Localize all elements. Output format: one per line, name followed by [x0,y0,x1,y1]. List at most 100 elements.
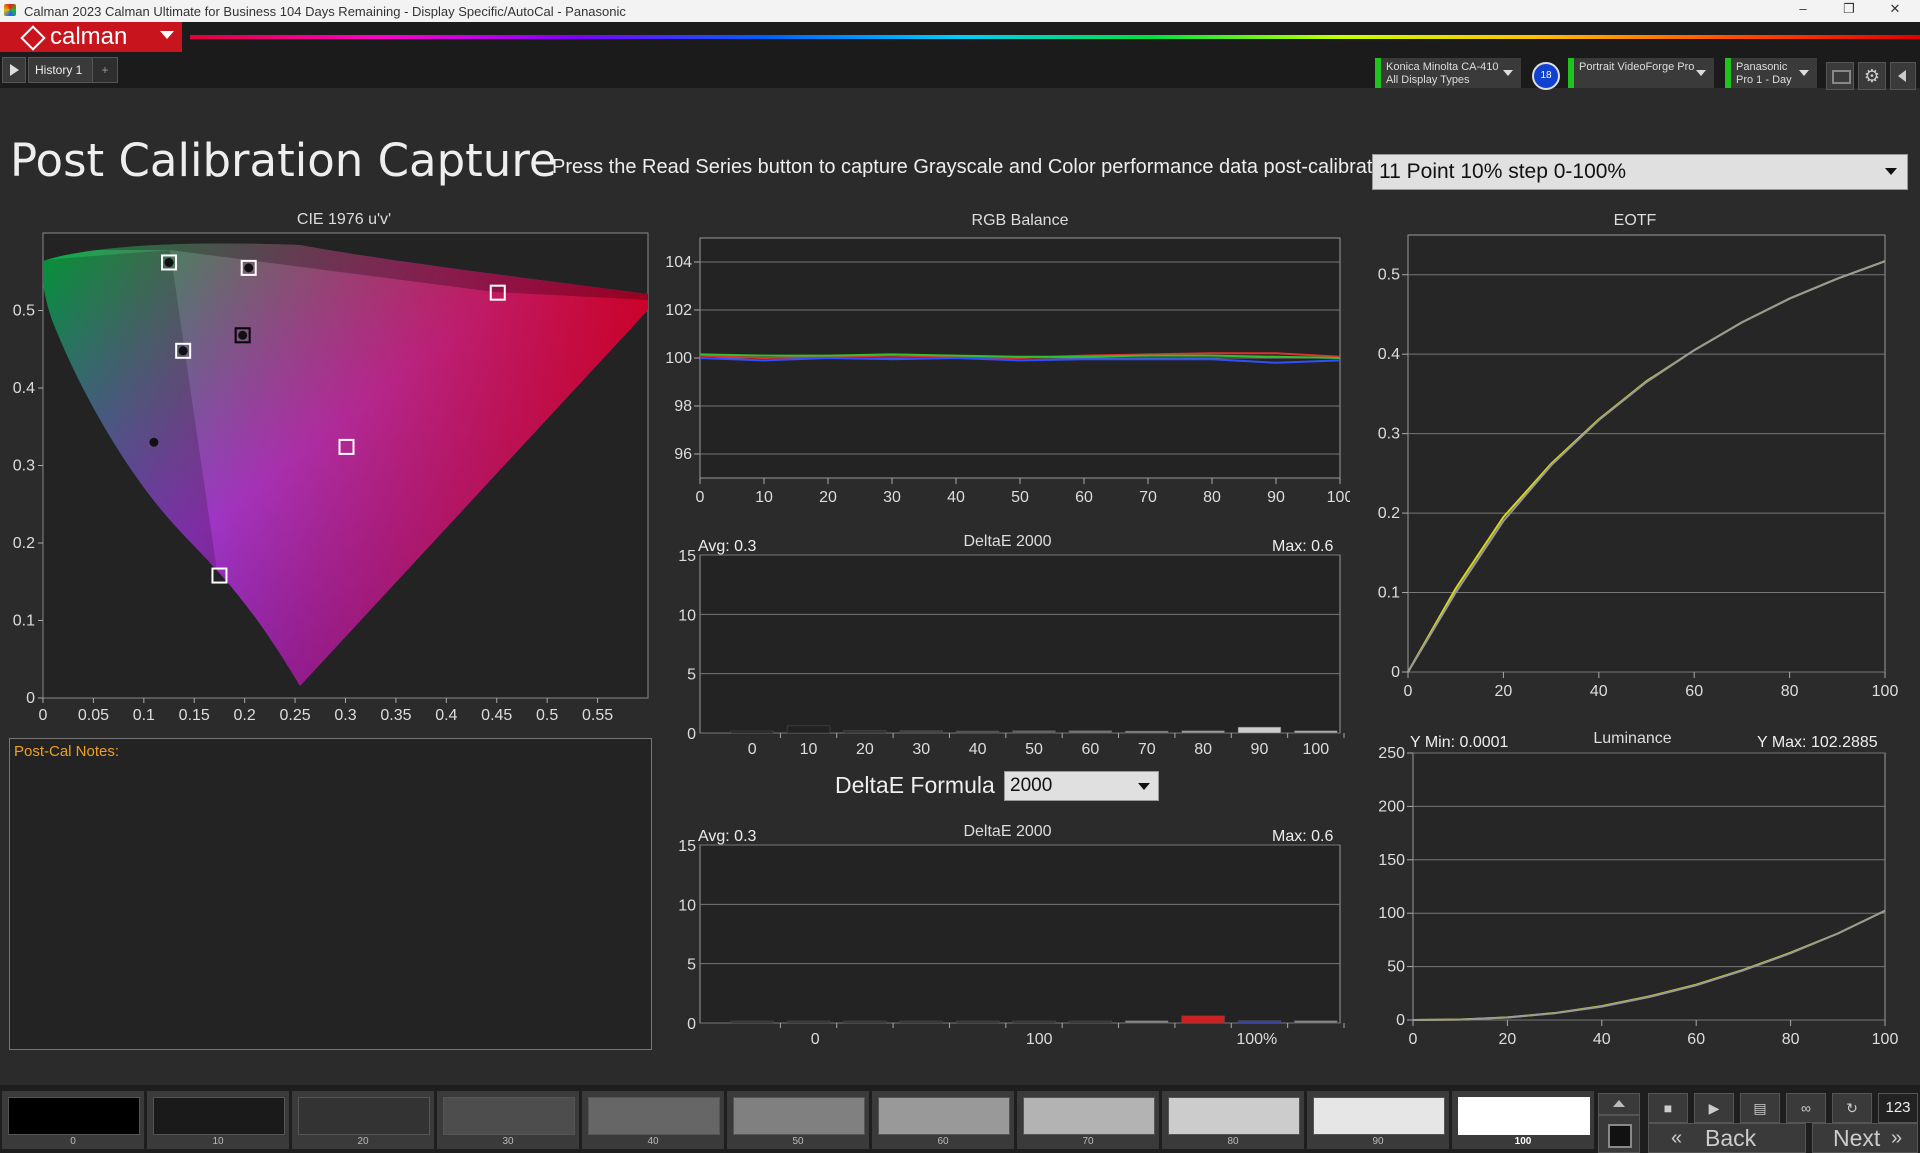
cie-chart[interactable]: 0 0.05 0.1 0.15 0.2 0.25 0.3 0.35 0.4 0.45 0.5 0.55… [0,230,660,730]
rgb-x-tick-label: 0 [696,489,705,506]
patch-label: 30 [502,1136,514,1147]
read-series-button[interactable]: ▤ [1740,1093,1780,1123]
play-button[interactable] [2,57,26,83]
patch-label: 60 [937,1136,949,1147]
patch-label: 40 [647,1136,659,1147]
patch-100[interactable]: 100 [1452,1091,1594,1149]
patch-up-button[interactable] [1598,1093,1640,1115]
patch-label: 20 [357,1136,369,1147]
patch-bar: 0 10 20 30 40 50 60 70 80 90 100 ■ ▶ ▤ ∞ ↻ 123 « B… [0,1085,1920,1153]
deltae-bottom-x-tick-label: 100% [1236,1031,1277,1048]
close-icon[interactable]: ✕ [1872,1,1918,21]
luminance-chart[interactable]: 0 50 100 150 200 250 0 20 40 60 80 100 [1360,745,1920,1050]
patch-screen-button[interactable] [1598,1115,1640,1153]
eotf-x-tick-label: 100 [1872,683,1899,700]
chevron-up-icon [1613,1100,1625,1107]
eotf-x-tick-label: 20 [1495,683,1513,700]
meter-badge[interactable]: 18 [1532,62,1560,90]
deltae-bottom-x-tick-label: 100 [1026,1031,1053,1048]
counter-badge[interactable]: 123 [1878,1093,1918,1123]
cie-x-tick-label: 0.1 [133,707,155,724]
meter-mode: All Display Types [1386,74,1470,86]
eotf-title: EOTF [1613,212,1657,229]
deltae-top-y-tick-label: 5 [687,667,696,684]
cie-x-tick-label: 0.2 [234,707,256,724]
eotf-chart[interactable]: 0 0.1 0.2 0.3 0.4 0.5 0 20 40 60 80 100 [1360,230,1920,710]
luminance-y-tick-label: 150 [1378,852,1405,869]
generator-selector[interactable]: Portrait VideoForge Pro [1568,58,1714,88]
continuous-button[interactable]: ∞ [1786,1093,1826,1123]
rgb-x-tick-label: 20 [819,489,837,506]
back-button[interactable]: « Back [1648,1123,1806,1153]
patch-90[interactable]: 90 [1307,1091,1449,1149]
patch-70[interactable]: 70 [1017,1091,1159,1149]
eotf-y-tick-label: 0.4 [1378,346,1400,363]
deltae-bottom-chart[interactable]: 0 5 10 15 0 100 100% [650,835,1350,1050]
play-measure-button[interactable]: ▶ [1694,1093,1734,1123]
deltae-bottom-bar [955,1020,1000,1024]
deltae-top-x-tick-label: 70 [1138,741,1156,758]
deltae-top-chart[interactable]: 0 5 10 15 0 10 20 30 40 50 60 70 80 90 100 [650,545,1350,765]
deltae-top-plot-area [699,554,1341,734]
rgb-y-tick-label: 104 [665,254,692,271]
patch-label: 90 [1372,1136,1384,1147]
cie-chart-title: CIE 1976 u'v' [296,211,392,228]
refresh-button[interactable]: ↻ [1832,1093,1872,1123]
tab-history-1[interactable]: History 1 [28,57,94,83]
deltae-top-x-tick-label: 90 [1251,741,1269,758]
patch-swatch [878,1097,1010,1135]
deltae-top-x-tick-label: 40 [969,741,987,758]
rgb-x-tick-label: 80 [1203,489,1221,506]
patch-20[interactable]: 20 [292,1091,434,1149]
deltae-formula-select[interactable]: 2000 [1004,771,1159,801]
screen-icon [1608,1124,1632,1148]
rgb-balance-title: RGB Balance [971,212,1069,229]
collapse-panel-button[interactable] [1890,62,1916,90]
rgb-x-tick-label: 50 [1011,489,1029,506]
cie-measured-point [164,257,174,267]
rgb-x-tick-label: 40 [947,489,965,506]
stop-button[interactable]: ■ [1648,1093,1688,1123]
deltae-top-bar [1068,730,1113,734]
rgb-y-tick-label: 102 [665,302,692,319]
cie-x-tick-label: 0.25 [280,707,311,724]
meter-selector[interactable]: Konica Minolta CA-410 All Display Types [1375,58,1521,88]
patch-50[interactable]: 50 [727,1091,869,1149]
patch-60[interactable]: 60 [872,1091,1014,1149]
calman-logo-button[interactable]: calman [0,22,182,52]
cie-x-tick-label: 0.5 [536,707,558,724]
eotf-x-tick-label: 0 [1404,683,1413,700]
add-tab-label: + [101,63,109,77]
patch-0[interactable]: 0 [2,1091,144,1149]
luminance-plot-area [1412,752,1886,1021]
patch-30[interactable]: 30 [437,1091,579,1149]
deltae-bottom-bar [1237,1020,1282,1024]
series-select-value: 11 Point 10% step 0-100% [1379,160,1627,183]
luminance-y-tick-label: 0 [1396,1012,1405,1029]
post-cal-notes[interactable]: Post-Cal Notes: [9,738,652,1050]
minimize-icon[interactable]: – [1780,1,1826,21]
rgb-y-tick-label: 100 [665,350,692,367]
patch-swatch [1023,1097,1155,1135]
chevron-down-icon[interactable] [160,31,174,39]
patch-label: 50 [792,1136,804,1147]
display-name: Panasonic [1736,61,1788,73]
rgb-x-tick-label: 30 [883,489,901,506]
series-select[interactable]: 11 Point 10% step 0-100% [1372,154,1908,190]
patch-40[interactable]: 40 [582,1091,724,1149]
rgb-balance-chart[interactable]: 96 98 100 102 104 0 10 20 30 40 50 60 70 80 90 100 [650,230,1350,520]
deltae-top-bar [1181,730,1225,734]
restore-icon[interactable]: ❐ [1826,1,1872,21]
monitor-icon-button[interactable] [1826,62,1854,90]
eotf-x-tick-label: 80 [1781,683,1799,700]
cie-measured-point [244,263,254,273]
settings-button[interactable]: ⚙ [1858,62,1886,90]
deltae-top-bar [955,730,1000,734]
display-selector[interactable]: Panasonic Pro 1 - Day [1725,58,1817,88]
add-tab-button[interactable]: + [92,57,118,83]
next-button[interactable]: Next » [1812,1123,1918,1153]
window-title: Calman 2023 Calman Ultimate for Business… [24,4,626,19]
cie-measured-point [149,437,159,447]
patch-10[interactable]: 10 [147,1091,289,1149]
patch-80[interactable]: 80 [1162,1091,1304,1149]
